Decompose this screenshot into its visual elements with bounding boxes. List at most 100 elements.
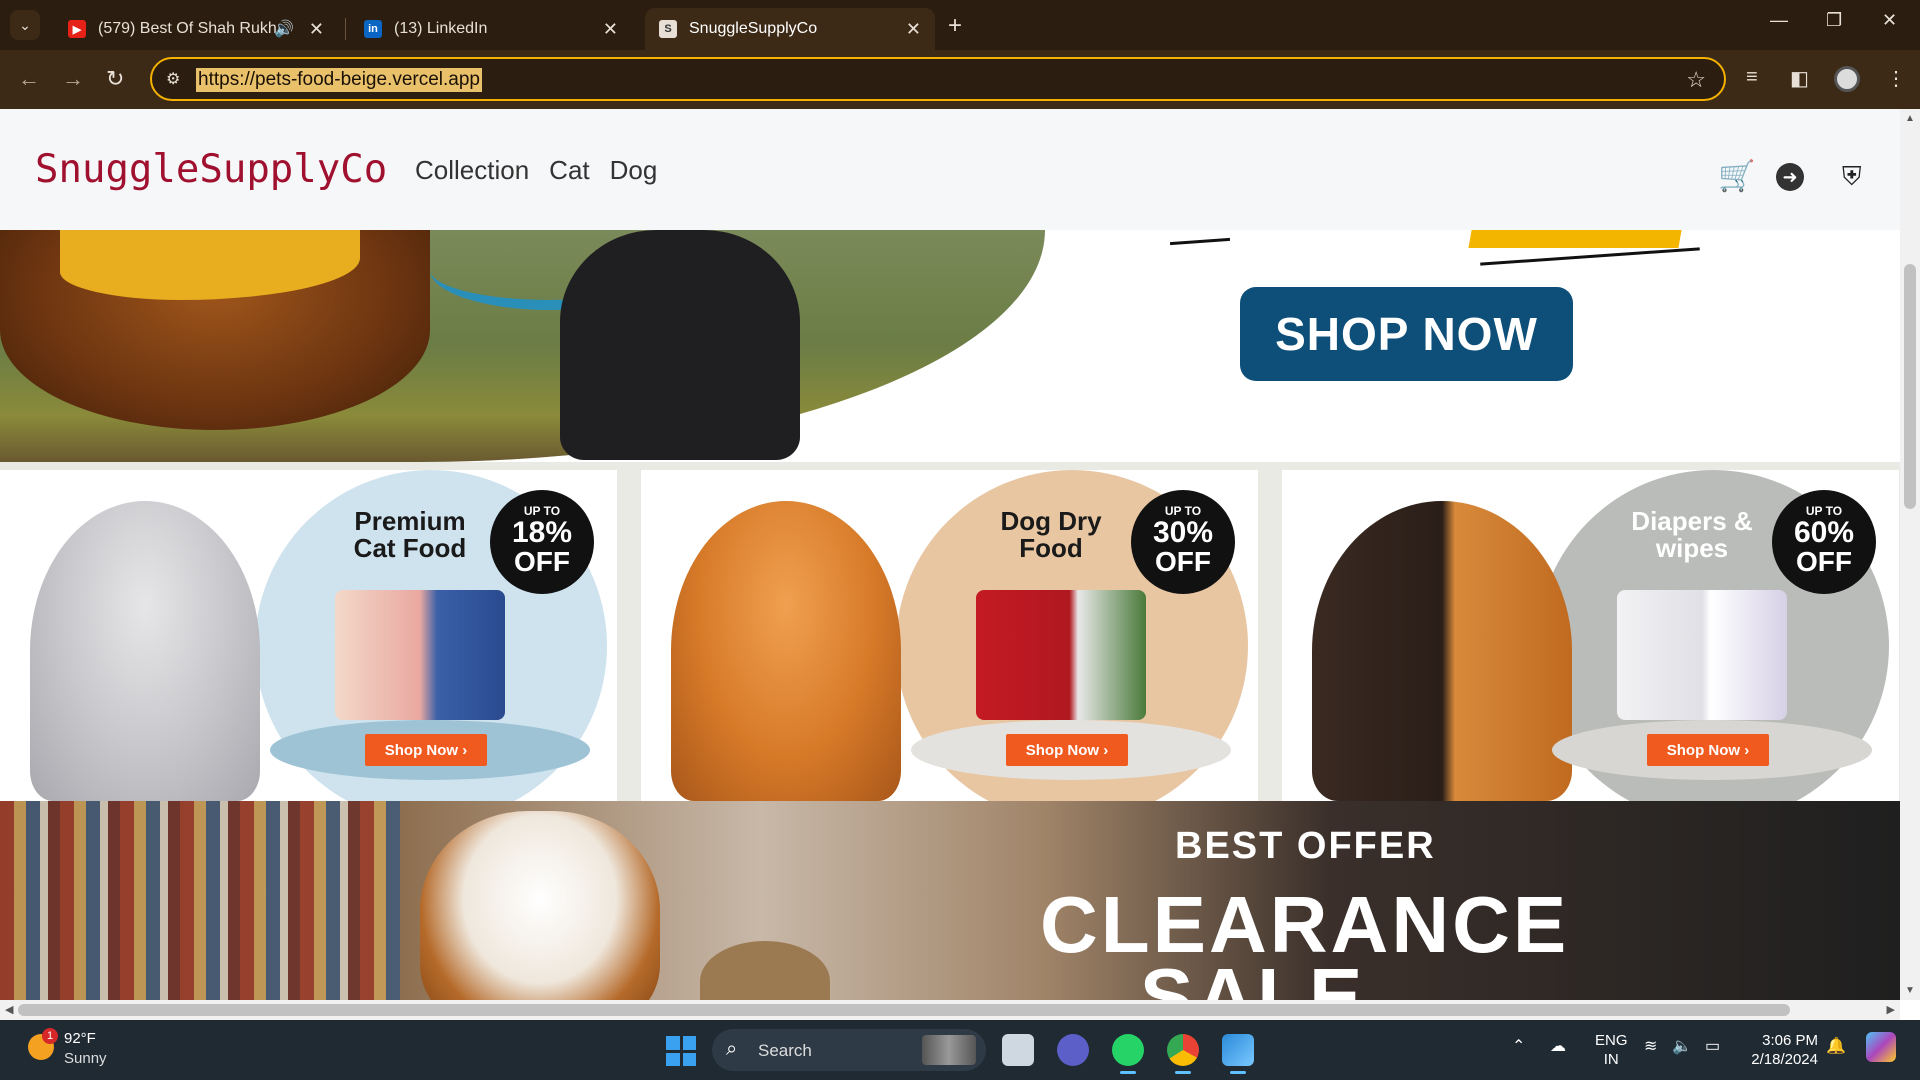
weather-badge: 1	[42, 1028, 58, 1044]
sale-title: SALE	[1140, 952, 1366, 1000]
address-bar[interactable]: ⚙ https://pets-food-beige.vercel.app ☆	[150, 57, 1726, 101]
youtube-icon: ▶	[68, 20, 86, 38]
promo-row: Premium Cat Food UP TO 18% OFF Shop Now …	[0, 462, 1900, 801]
onedrive-icon[interactable]: ☁	[1550, 1036, 1566, 1056]
dog-image	[420, 811, 660, 1000]
decorative-line	[1480, 247, 1700, 266]
photos-icon[interactable]	[1222, 1034, 1254, 1074]
badge-off: OFF	[514, 546, 570, 577]
show-hidden-icons-chevron-icon[interactable]: ⌃	[1512, 1036, 1525, 1056]
weather-temp[interactable]: 92°F	[64, 1030, 96, 1047]
cat-image	[30, 501, 260, 801]
pomeranian-image	[671, 501, 901, 801]
person-image	[560, 230, 800, 460]
reading-list-icon[interactable]: ≡	[1746, 66, 1758, 89]
notification-bell-icon[interactable]: 🔔	[1826, 1036, 1846, 1056]
shop-now-diapers-button[interactable]: Shop Now ›	[1647, 734, 1769, 766]
discount-badge: UP TO 30% OFF	[1131, 490, 1235, 594]
browser-toolbar: ← → ↻ ⚙ https://pets-food-beige.vercel.a…	[0, 50, 1920, 109]
scroll-down-icon[interactable]: ▼	[1905, 985, 1915, 996]
shop-now-cat-food-button[interactable]: Shop Now ›	[365, 734, 487, 766]
copilot-icon[interactable]	[1866, 1032, 1896, 1062]
scroll-up-icon[interactable]: ▲	[1905, 113, 1915, 124]
tab-search-dropdown[interactable]: ⌄	[10, 10, 40, 40]
login-arrow-icon[interactable]: ➜	[1776, 163, 1804, 191]
back-icon[interactable]: ←	[18, 66, 40, 92]
wifi-icon[interactable]: ≋	[1644, 1036, 1657, 1056]
url-text[interactable]: https://pets-food-beige.vercel.app	[196, 68, 483, 92]
decorative-stripe	[1468, 230, 1682, 248]
scroll-left-icon[interactable]: ◀	[5, 1003, 13, 1016]
tab-title: SnuggleSupplyCo	[689, 20, 818, 37]
restore-icon[interactable]: ❐	[1826, 10, 1842, 31]
tab-snugglesupplyco[interactable]: S SnuggleSupplyCo ✕	[645, 8, 935, 50]
scroll-thumb[interactable]	[1904, 264, 1916, 509]
discount-badge: UP TO 60% OFF	[1772, 490, 1876, 594]
whatsapp-icon[interactable]	[1112, 1034, 1144, 1074]
clock-time: 3:06 PM	[1762, 1032, 1818, 1049]
tab-youtube[interactable]: ▶ (579) Best Of Shah Rukh Kh 🔊 ✕	[54, 8, 338, 50]
main-nav: Collection Cat Dog	[415, 155, 657, 186]
taskbar-search[interactable]: ⌕ Search	[712, 1029, 986, 1071]
badge-off: OFF	[1155, 546, 1211, 577]
close-tab-icon[interactable]: ✕	[603, 19, 618, 40]
scroll-right-icon[interactable]: ▶	[1887, 1003, 1895, 1016]
clock-date: 2/18/2024	[1751, 1051, 1818, 1068]
vertical-scrollbar[interactable]: ▲ ▼	[1900, 109, 1920, 1000]
tab-linkedin[interactable]: in (13) LinkedIn ✕	[350, 8, 632, 50]
windows-start-icon[interactable]	[666, 1036, 696, 1066]
taskbar-clock[interactable]: 3:06 PM 2/18/2024	[1748, 1031, 1818, 1069]
volume-icon[interactable]: 🔈	[1672, 1036, 1692, 1056]
speaker-icon[interactable]: 🔊	[274, 19, 294, 39]
nav-dog[interactable]: Dog	[610, 155, 658, 186]
close-window-icon[interactable]: ✕	[1882, 10, 1897, 31]
promo-card-dog-dry-food[interactable]: Dog Dry Food UP TO 30% OFF Shop Now ›	[641, 470, 1258, 801]
promo-heading: Diapers & wipes	[1631, 506, 1753, 564]
nav-cat[interactable]: Cat	[549, 155, 589, 186]
admin-shield-icon[interactable]: ⛨	[1842, 161, 1862, 193]
battery-icon[interactable]: ▭	[1705, 1036, 1720, 1056]
best-offer-label: BEST OFFER	[1175, 825, 1436, 867]
site-info-icon[interactable]: ⚙	[166, 69, 180, 89]
search-label: Search	[758, 1041, 812, 1060]
language-code: ENG	[1595, 1032, 1628, 1049]
clearance-banner[interactable]: BEST OFFER CLEARANCE SALE	[0, 801, 1900, 1000]
tab-title: (579) Best Of Shah Rukh Kh	[98, 20, 278, 37]
cat-food-product-image	[335, 590, 505, 720]
minimize-icon[interactable]: —	[1770, 10, 1788, 31]
search-icon: ⌕	[726, 1038, 738, 1060]
teams-icon[interactable]	[1057, 1034, 1089, 1066]
nav-collection[interactable]: Collection	[415, 155, 529, 186]
scroll-thumb[interactable]	[18, 1004, 1790, 1016]
dog-food-product-image	[976, 590, 1146, 720]
shop-now-dog-food-button[interactable]: Shop Now ›	[1006, 734, 1128, 766]
linkedin-icon: in	[364, 20, 382, 38]
menu-kebab-icon[interactable]: ⋮	[1886, 66, 1906, 91]
cat-image	[700, 941, 830, 1000]
weather-desc[interactable]: Sunny	[64, 1050, 107, 1067]
chrome-icon[interactable]	[1167, 1034, 1199, 1074]
profile-avatar[interactable]	[1834, 66, 1860, 92]
close-tab-icon[interactable]: ✕	[309, 19, 324, 40]
brand-logo[interactable]: SnuggleSupplyCo	[35, 147, 387, 192]
promo-card-diapers-wipes[interactable]: Diapers & wipes UP TO 60% OFF Shop Now ›	[1282, 470, 1899, 801]
task-view-icon[interactable]	[1002, 1034, 1034, 1066]
tab-title: (13) LinkedIn	[394, 20, 488, 37]
bookmark-star-icon[interactable]: ☆	[1686, 67, 1706, 93]
language-indicator[interactable]: ENG IN	[1595, 1031, 1628, 1069]
diapers-product-image	[1617, 590, 1787, 720]
horizontal-scrollbar[interactable]: ◀ ▶	[0, 1000, 1900, 1020]
badge-percent: 30%	[1152, 516, 1214, 549]
badge-percent: 60%	[1793, 516, 1855, 549]
new-tab-button[interactable]: +	[948, 12, 962, 40]
promo-card-cat-food[interactable]: Premium Cat Food UP TO 18% OFF Shop Now …	[0, 470, 617, 801]
reload-icon[interactable]: ↻	[106, 66, 124, 92]
region-code: IN	[1603, 1051, 1619, 1068]
cart-icon[interactable]: 🛒	[1718, 159, 1755, 194]
forward-icon[interactable]: →	[62, 66, 84, 92]
side-panel-icon[interactable]: ◧	[1790, 66, 1809, 91]
browser-tab-bar: ⌄ ▶ (579) Best Of Shah Rukh Kh 🔊 ✕ in (1…	[0, 0, 1920, 50]
shop-now-button[interactable]: SHOP NOW	[1240, 287, 1573, 381]
windows-taskbar: 1 92°F Sunny ⌕ Search ⌃ ☁ ENG IN ≋ 🔈 ▭ 3…	[0, 1020, 1920, 1080]
close-tab-icon[interactable]: ✕	[906, 19, 921, 40]
